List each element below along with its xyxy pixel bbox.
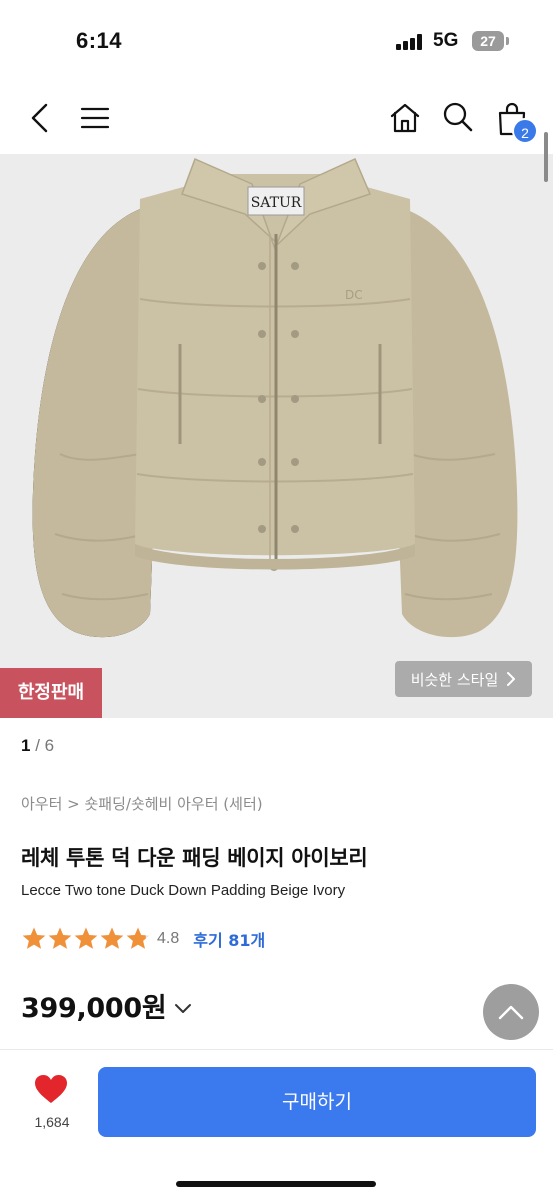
product-title-korean: 레체 투톤 덕 다운 패딩 베이지 아이보리 <box>21 846 368 870</box>
star-icon <box>100 927 124 949</box>
price: 399,000원 <box>21 993 167 1024</box>
rating-stars <box>21 926 151 952</box>
home-indicator <box>176 1181 376 1187</box>
status-bar: 6:14 5G 27 <box>0 0 553 82</box>
brand-label: SATUR <box>251 195 302 211</box>
like-button[interactable]: 1,684 <box>20 1074 84 1138</box>
status-time: 6:14 <box>76 28 123 53</box>
like-count: 1,684 <box>34 1114 70 1130</box>
star-icon <box>22 927 46 949</box>
back-icon <box>31 103 48 133</box>
chevron-down-icon[interactable] <box>174 1002 192 1014</box>
chevron-right-icon <box>507 672 516 686</box>
bottom-action-bar: 1,684 구매하기 <box>0 1049 553 1200</box>
buy-button[interactable]: 구매하기 <box>98 1067 536 1137</box>
reviews-link[interactable]: 후기 81개 <box>193 927 265 951</box>
home-icon <box>390 103 420 133</box>
page-separator: / <box>30 736 45 755</box>
battery-icon: 27 <box>472 31 504 51</box>
rating-value: 4.8 <box>157 930 180 947</box>
limited-sale-badge: 한정판매 <box>0 668 102 718</box>
app-header <box>0 82 553 154</box>
rating-row: 4.8 후기 81개 <box>21 925 265 953</box>
cart-count-badge: 2 <box>512 118 538 144</box>
signal-icon <box>396 34 426 50</box>
star-icon <box>74 927 98 949</box>
star-icon <box>48 927 72 949</box>
menu-button[interactable] <box>74 98 116 138</box>
home-button[interactable] <box>384 98 426 138</box>
similar-style-label: 비슷한 스타일 <box>410 670 499 689</box>
menu-icon <box>80 107 110 129</box>
search-icon <box>443 102 473 132</box>
image-pager: 1 / 6 <box>21 736 54 756</box>
star-icon <box>126 927 150 949</box>
back-button[interactable] <box>20 98 60 138</box>
price-row[interactable]: 399,000원 <box>21 986 192 1025</box>
product-image: SATUR DC <box>32 157 518 638</box>
product-title-english: Lecce Two tone Duck Down Padding Beige I… <box>21 882 346 899</box>
product-image-gallery[interactable]: SATUR DC <box>0 154 553 718</box>
scroll-indicator[interactable] <box>544 132 548 182</box>
heart-icon <box>35 1075 67 1103</box>
chevron-up-icon <box>498 1005 524 1020</box>
category-breadcrumb[interactable]: 아우터 > 숏패딩/숏헤비 아우터 (세터) <box>21 793 263 814</box>
svg-text:DC: DC <box>345 288 363 302</box>
similar-style-button[interactable]: 비슷한 스타일 <box>395 661 532 697</box>
search-button[interactable] <box>437 97 479 137</box>
battery-tip <box>506 37 509 45</box>
scroll-to-top-button[interactable] <box>483 984 539 1040</box>
total-pages: 6 <box>44 736 55 755</box>
network-type: 5G <box>433 30 459 51</box>
